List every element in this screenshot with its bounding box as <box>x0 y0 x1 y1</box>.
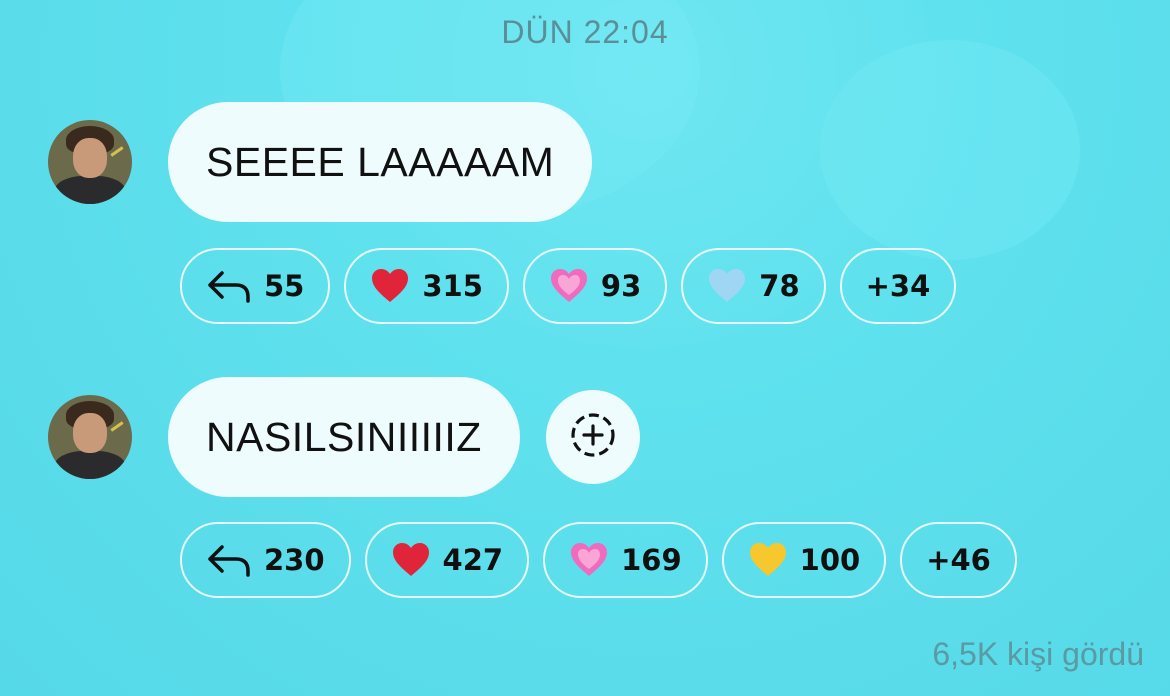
message-row: NASILSINIIIIIZ <box>48 377 640 497</box>
message-timestamp: DÜN 22:04 <box>501 14 669 50</box>
message-row: SEEEE LAAAAAM <box>48 102 593 222</box>
red-heart-icon <box>391 542 431 578</box>
seen-count-label: 6,5K kişi gördü <box>932 636 1144 672</box>
reaction-bar: 230 427 169 100 +46 <box>180 522 1017 598</box>
yellow-heart-icon <box>748 542 788 578</box>
reply-count-button[interactable]: 230 <box>180 522 351 598</box>
background-decoration <box>820 40 1080 260</box>
pink-heart-icon <box>569 542 609 578</box>
reaction-count: 427 <box>442 543 504 577</box>
message-bubble[interactable]: SEEEE LAAAAAM <box>168 102 593 222</box>
pink-heart-icon <box>549 268 589 304</box>
reaction-light-blue-heart[interactable]: 78 <box>681 248 826 324</box>
more-reactions-count: +34 <box>865 269 931 303</box>
reply-arrow-icon <box>206 543 252 577</box>
more-reactions-button[interactable]: +34 <box>839 248 957 324</box>
light-blue-heart-icon <box>707 268 747 304</box>
reaction-count: 100 <box>799 543 861 577</box>
add-reaction-button[interactable] <box>545 390 640 484</box>
reaction-count: 93 <box>600 269 642 303</box>
more-reactions-button[interactable]: +46 <box>900 522 1017 598</box>
reaction-count: 230 <box>264 543 325 577</box>
avatar[interactable] <box>48 120 132 204</box>
reaction-count: 55 <box>264 269 305 303</box>
reaction-pink-heart[interactable]: 93 <box>522 248 668 324</box>
reply-count-button[interactable]: 55 <box>180 248 331 324</box>
reaction-bar: 55 315 93 78 +34 <box>180 248 957 324</box>
red-heart-icon <box>370 268 410 304</box>
reaction-red-heart[interactable]: 427 <box>364 522 530 598</box>
reaction-count: 78 <box>759 269 800 303</box>
avatar[interactable] <box>48 395 132 479</box>
reaction-yellow-heart[interactable]: 100 <box>721 522 887 598</box>
more-reactions-count: +46 <box>926 543 991 577</box>
reaction-count: 315 <box>422 269 483 303</box>
reply-arrow-icon <box>206 269 252 303</box>
add-circle-dashed-icon <box>569 411 617 464</box>
reaction-red-heart[interactable]: 315 <box>344 248 509 324</box>
reaction-pink-heart[interactable]: 169 <box>543 522 708 598</box>
reaction-count: 169 <box>621 543 682 577</box>
message-bubble[interactable]: NASILSINIIIIIZ <box>168 377 520 497</box>
